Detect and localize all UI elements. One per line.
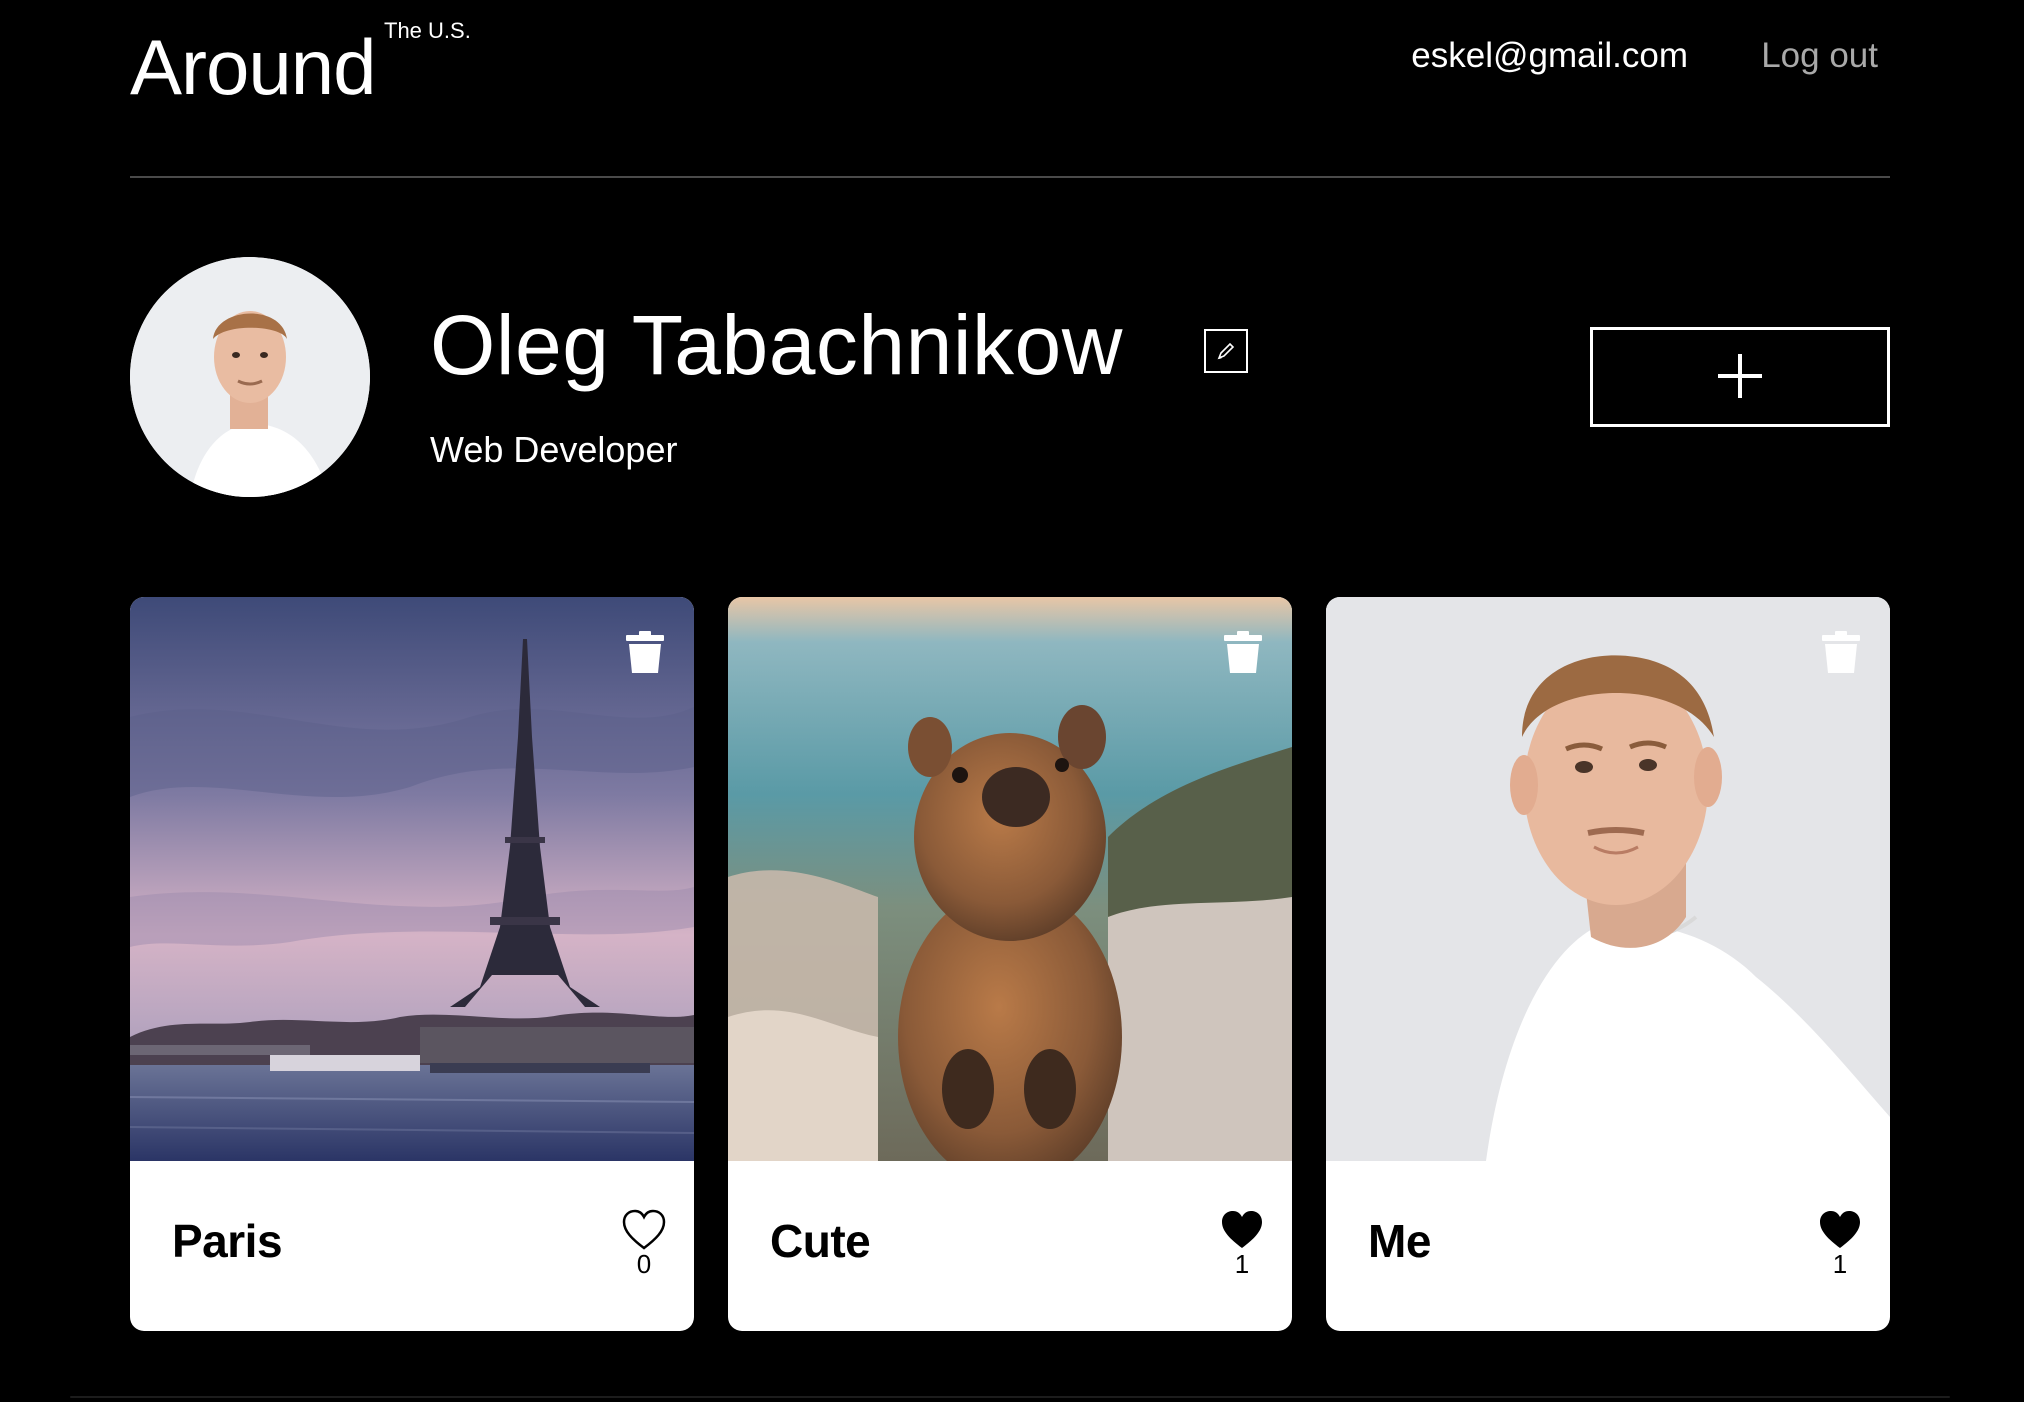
trash-icon[interactable]	[1224, 631, 1262, 673]
eiffel-tower-photo	[130, 597, 694, 1161]
logo: Around	[130, 23, 377, 111]
avatar-photo	[130, 257, 370, 497]
profile-name: Oleg Tabachnikow	[430, 298, 1123, 392]
card: Cute 1	[728, 597, 1292, 1331]
like-count: 0	[636, 1249, 652, 1279]
heart-icon[interactable]	[1818, 1209, 1862, 1251]
cards-grid: Paris 0 Cute 1 Me 1	[130, 597, 1890, 1331]
portrait-photo	[1326, 597, 1890, 1161]
trash-icon[interactable]	[626, 631, 664, 673]
add-card-button[interactable]	[1590, 327, 1890, 427]
avatar[interactable]	[130, 257, 370, 497]
card-title: Paris	[172, 1215, 283, 1267]
card: Paris 0	[130, 597, 694, 1331]
pencil-icon	[1217, 342, 1235, 360]
quokka-photo	[728, 597, 1292, 1161]
like-count: 1	[1234, 1249, 1250, 1279]
header: Around The U.S. eskel@gmail.com Log out	[130, 0, 1890, 178]
edit-profile-button[interactable]	[1204, 329, 1248, 373]
profile-about: Web Developer	[430, 429, 678, 470]
page: Around The U.S. eskel@gmail.com Log out …	[130, 0, 1890, 1402]
heart-icon[interactable]	[622, 1209, 666, 1251]
user-email: eskel@gmail.com	[1411, 36, 1688, 75]
card-title: Cute	[770, 1215, 871, 1267]
card-title: Me	[1368, 1215, 1431, 1267]
card: Me 1	[1326, 597, 1890, 1331]
plus-icon	[1718, 354, 1762, 398]
trash-icon[interactable]	[1822, 631, 1860, 673]
like-count: 1	[1832, 1249, 1848, 1279]
logo-superscript: The U.S.	[384, 18, 471, 43]
card-image[interactable]	[1326, 597, 1890, 1161]
heart-icon[interactable]	[1220, 1209, 1264, 1251]
footer-divider	[70, 1396, 1950, 1398]
card-image[interactable]	[130, 597, 694, 1161]
card-image[interactable]	[728, 597, 1292, 1161]
logout-link[interactable]: Log out	[1761, 38, 1878, 73]
